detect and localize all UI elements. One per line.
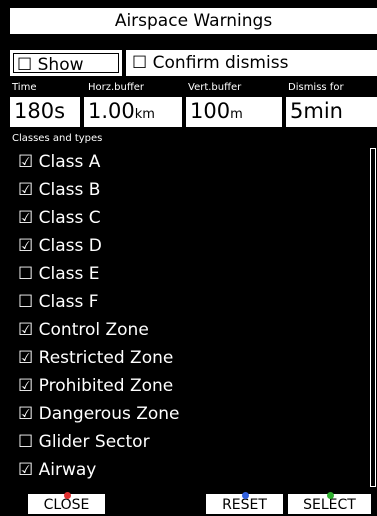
horz-buffer-value-wrap: 1.00km [88,97,155,129]
show-checkbox[interactable]: ☐ Show [10,50,122,76]
class-a-item[interactable]: ☑ Class A [18,148,100,176]
vert-buffer-value-wrap: 100m [190,97,243,129]
red-indicator-icon [63,492,71,499]
restricted-zone-item[interactable]: ☑ Restricted Zone [18,344,173,372]
class-f-item[interactable]: ☐ Class F [18,288,99,316]
horz-buffer-field[interactable]: 1.00km [84,97,182,127]
vert-buffer-field[interactable]: 100m [186,97,282,127]
time-label: Time [12,82,37,93]
class-c-item[interactable]: ☑ Class C [18,204,101,232]
classes-header: Classes and types [12,133,103,144]
airway-item[interactable]: ☑ Airway [18,456,96,484]
dismiss-for-label: Dismiss for [288,82,344,93]
classes-list: ☑ Class A ☑ Class B ☑ Class C ☑ Class D … [10,148,370,485]
reset-button[interactable]: RESET [206,492,283,514]
list-scrollbar[interactable] [370,148,376,487]
close-button-label: CLOSE [43,497,90,513]
green-indicator-icon [326,492,334,499]
class-b-item[interactable]: ☑ Class B [18,176,100,204]
dangerous-zone-item[interactable]: ☑ Dangerous Zone [18,400,180,428]
horz-buffer-value: 1.00 [88,99,135,123]
page-title: Airspace Warnings [10,8,377,34]
dismiss-for-value: 5min [290,99,343,123]
dismiss-for-value-wrap: 5min [290,97,343,126]
class-d-item[interactable]: ☑ Class D [18,232,102,260]
time-value-wrap: 180s [14,97,65,126]
glider-sector-item[interactable]: ☐ Glider Sector [18,428,150,456]
prohibited-zone-item[interactable]: ☑ Prohibited Zone [18,372,173,400]
reset-button-label: RESET [222,497,267,513]
close-button[interactable]: CLOSE [28,492,105,514]
confirm-dismiss-label: ☐ Confirm dismiss [132,53,289,73]
horz-buffer-label: Horz.buffer [88,82,145,93]
select-button-label: SELECT [303,497,356,513]
show-checkbox-label: ☐ Show [17,55,84,75]
vert-buffer-label: Vert.buffer [188,82,242,93]
select-button[interactable]: SELECT [288,492,371,514]
vert-buffer-value: 100 [190,99,231,123]
horz-buffer-unit: km [134,107,155,122]
time-value: 180s [14,99,66,123]
time-field[interactable]: 180s [10,97,80,127]
vert-buffer-unit: m [230,107,243,122]
blue-indicator-icon [241,492,249,499]
airspace-warnings-screen: Airspace Warnings ☐ Show ☐ Confirm dismi… [0,0,377,514]
control-zone-item[interactable]: ☑ Control Zone [18,316,149,344]
confirm-dismiss-checkbox[interactable]: ☐ Confirm dismiss [126,50,377,76]
dismiss-for-field[interactable]: 5min [286,97,377,127]
class-e-item[interactable]: ☐ Class E [18,260,100,288]
